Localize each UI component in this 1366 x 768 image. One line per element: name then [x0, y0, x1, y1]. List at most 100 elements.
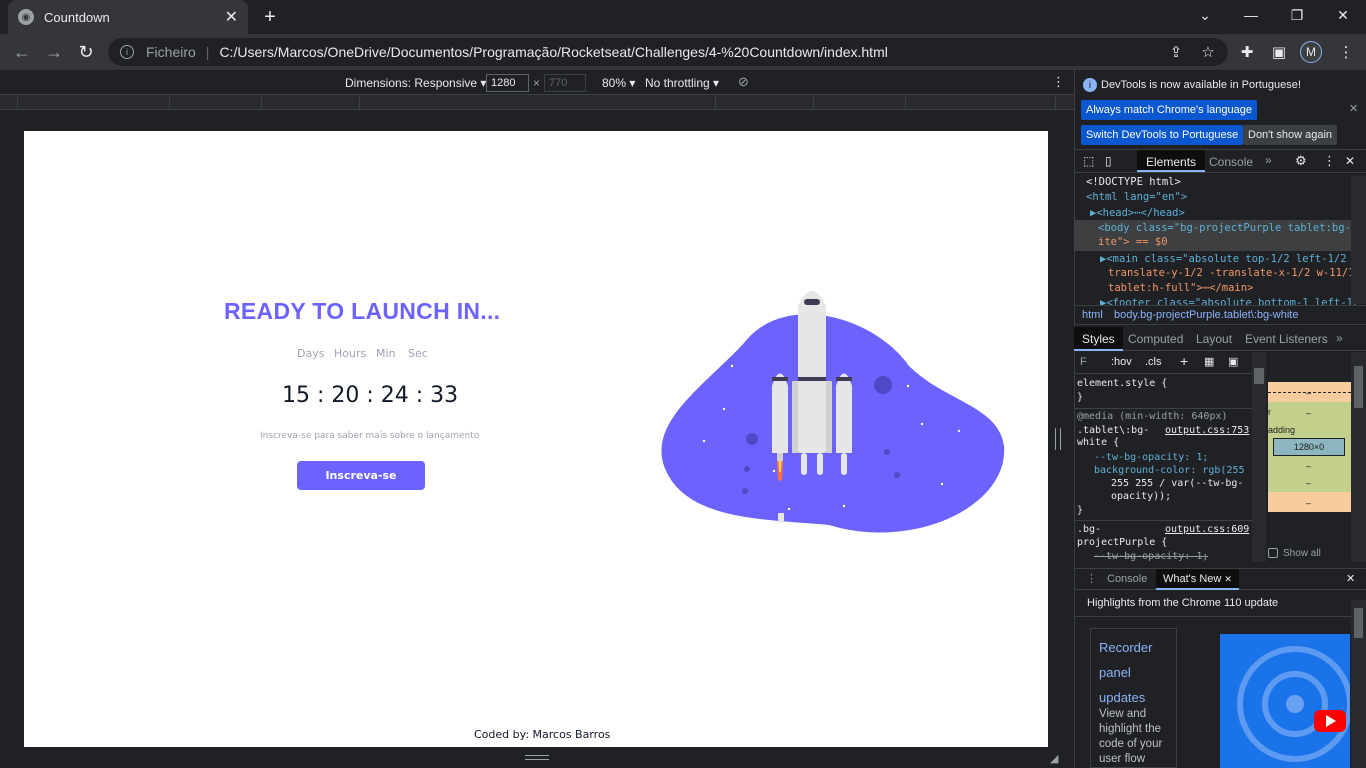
back-arrow-icon[interactable]: ←: [6, 36, 38, 68]
dimensions-select[interactable]: Dimensions: Responsive ▾: [345, 76, 486, 90]
media-query-ruler[interactable]: [0, 95, 1074, 110]
scrollbar-thumb[interactable]: [1254, 368, 1264, 384]
viewport-height-input[interactable]: 770: [544, 74, 586, 92]
new-tab-button[interactable]: +: [256, 4, 284, 30]
scrollbar-thumb[interactable]: [1354, 366, 1363, 408]
property-line[interactable]: --tw-bg-opacity: 1;: [1094, 452, 1208, 463]
breadcrumb-html[interactable]: html: [1082, 309, 1103, 321]
resize-handle-right[interactable]: [1055, 428, 1061, 450]
resize-corner-icon[interactable]: ◢: [1050, 752, 1058, 765]
dom-line[interactable]: tablet:h-full">⋯</main>: [1108, 282, 1253, 294]
inspect-element-icon[interactable]: ⬚: [1083, 154, 1094, 168]
share-icon[interactable]: ⇪: [1162, 38, 1190, 66]
property-line-overridden[interactable]: --tw-bg-opacity: 1;: [1094, 551, 1208, 561]
banner-close-icon[interactable]: ✕: [1349, 102, 1358, 115]
dom-line[interactable]: ▶<footer class="absolute bottom-1 left-1…: [1100, 297, 1359, 305]
drawer-tab-whats-new[interactable]: What's New ✕: [1156, 569, 1239, 590]
more-style-tabs-icon[interactable]: »: [1336, 331, 1343, 345]
tab-close-icon[interactable]: ✕: [225, 7, 238, 27]
tab-search-chevron-icon[interactable]: ⌄: [1182, 0, 1228, 30]
property-line[interactable]: 255 255 / var(--tw-bg-: [1111, 478, 1243, 489]
reload-icon[interactable]: ↻: [70, 36, 102, 68]
ruler-segment[interactable]: [262, 95, 360, 110]
selector-line[interactable]: projectPurple {: [1077, 537, 1167, 548]
url-text[interactable]: C:/Users/Marcos/OneDrive/Documentos/Prog…: [219, 44, 887, 60]
dont-show-again-button[interactable]: Don't show again: [1243, 125, 1338, 145]
restore-button[interactable]: ❐: [1274, 0, 1320, 30]
dom-line-body[interactable]: <body class="bg-projectPurple tablet:bg-…: [1098, 222, 1364, 234]
video-thumbnail[interactable]: [1220, 634, 1350, 768]
drawer-menu-icon[interactable]: ⋮: [1086, 572, 1097, 585]
breadcrumb-body[interactable]: body.bg-projectPurple.tablet\:bg-white: [1114, 309, 1298, 321]
class-toggle[interactable]: .cls: [1145, 356, 1162, 368]
minimize-button[interactable]: —: [1228, 0, 1274, 30]
subscribe-button[interactable]: Inscreva-se: [297, 461, 425, 490]
box-model-content[interactable]: 1280×0: [1273, 438, 1345, 456]
devtools-close-icon[interactable]: ✕: [1345, 154, 1355, 168]
tab-elements[interactable]: Elements: [1137, 150, 1206, 172]
close-window-button[interactable]: ✕: [1320, 0, 1366, 30]
ruler-segment[interactable]: [360, 95, 716, 110]
bookmark-star-icon[interactable]: ☆: [1194, 38, 1222, 66]
tab-countdown[interactable]: ◉ Countdown ✕: [8, 0, 248, 34]
rotate-icon[interactable]: ⊘: [738, 74, 749, 90]
scrollbar-thumb[interactable]: [1354, 608, 1363, 638]
resize-handle-bottom[interactable]: [525, 755, 549, 760]
dom-line[interactable]: <html lang="en">: [1086, 191, 1187, 203]
ruler-segment[interactable]: [716, 95, 814, 110]
zoom-select[interactable]: 80% ▾: [602, 76, 635, 90]
extensions-puzzle-icon[interactable]: ✚: [1233, 38, 1261, 66]
tab-event-listeners[interactable]: Event Listeners: [1245, 332, 1328, 346]
more-tabs-icon[interactable]: »: [1265, 153, 1272, 167]
dom-line-body[interactable]: ite"> == $0: [1098, 236, 1168, 248]
ruler-segment[interactable]: [18, 95, 170, 110]
profile-avatar[interactable]: M: [1300, 41, 1322, 63]
viewport-width-input[interactable]: 1280: [486, 74, 529, 92]
dom-line[interactable]: ▶<main class="absolute top-1/2 left-1/2 …: [1100, 253, 1359, 265]
ruler-segment[interactable]: [0, 95, 18, 110]
sidebar-toggle-icon[interactable]: ▣: [1228, 355, 1238, 368]
show-all-checkbox[interactable]: [1268, 548, 1278, 558]
rule-line[interactable]: element.style {: [1077, 378, 1167, 389]
device-toggle-icon[interactable]: ▯: [1105, 154, 1112, 168]
selector-line[interactable]: white {: [1077, 437, 1119, 448]
info-icon[interactable]: i: [120, 45, 134, 59]
recorder-card-title[interactable]: Recorder panel updates: [1099, 635, 1152, 710]
drawer-close-icon[interactable]: ✕: [1346, 572, 1355, 585]
ruler-segment[interactable]: [906, 95, 1056, 110]
settings-gear-icon[interactable]: ⚙: [1295, 153, 1307, 169]
source-link[interactable]: output.css:609: [1165, 524, 1249, 535]
always-match-button[interactable]: Always match Chrome's language: [1081, 100, 1257, 120]
source-link[interactable]: output.css:753: [1165, 425, 1249, 436]
dom-line[interactable]: translate-y-1/2 -translate-x-1/2 w-11/12: [1108, 267, 1361, 279]
recorder-card[interactable]: Recorder panel updates View and highligh…: [1090, 628, 1177, 768]
throttling-select[interactable]: No throttling ▾: [645, 76, 719, 90]
ruler-segment[interactable]: [814, 95, 906, 110]
forward-arrow-icon[interactable]: →: [38, 36, 70, 68]
address-bar[interactable]: i Ficheiro | C:/Users/Marcos/OneDrive/Do…: [108, 38, 1228, 66]
countdown-timer: 15 : 20 : 24 : 33: [282, 383, 459, 408]
tab-computed[interactable]: Computed: [1128, 332, 1183, 346]
chrome-menu-icon[interactable]: ⋮: [1332, 38, 1360, 66]
paint-brush-icon[interactable]: ▦: [1204, 355, 1214, 368]
ruler-segment[interactable]: [170, 95, 262, 110]
selector-line[interactable]: .bg-: [1077, 524, 1101, 535]
devtools-menu-icon[interactable]: ⋮: [1323, 153, 1336, 169]
device-more-icon[interactable]: ⋮: [1052, 74, 1065, 90]
styles-filter-input[interactable]: F: [1080, 356, 1087, 368]
switch-language-button[interactable]: Switch DevTools to Portuguese: [1081, 125, 1244, 145]
whats-new-close-icon[interactable]: ✕: [1224, 574, 1232, 584]
dom-scrollbar[interactable]: [1351, 176, 1366, 304]
tab-styles[interactable]: Styles: [1074, 327, 1123, 351]
drawer-tab-console[interactable]: Console: [1107, 573, 1147, 585]
property-line[interactable]: opacity));: [1111, 491, 1171, 502]
new-rule-icon[interactable]: +: [1180, 353, 1188, 369]
selector-line[interactable]: .tablet\:bg-: [1077, 425, 1149, 436]
dom-line[interactable]: <!DOCTYPE html>: [1086, 176, 1181, 188]
tab-layout[interactable]: Layout: [1196, 332, 1232, 346]
side-panel-icon[interactable]: ▣: [1265, 38, 1293, 66]
dom-line[interactable]: ▶<head>⋯</head>: [1090, 207, 1185, 219]
hover-state-toggle[interactable]: :hov: [1111, 356, 1132, 368]
property-line[interactable]: background-color: rgb(255: [1094, 465, 1245, 476]
tab-console[interactable]: Console: [1209, 155, 1253, 169]
